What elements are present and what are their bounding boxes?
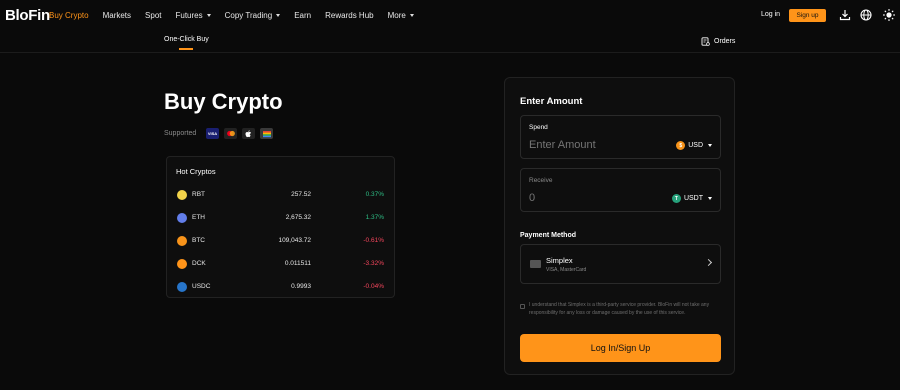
orders-link[interactable]: Orders <box>701 37 735 46</box>
coin-change: 0.37% <box>365 191 384 198</box>
signup-button[interactable]: Sign up <box>789 9 826 22</box>
usdt-coin-icon: T <box>671 194 681 203</box>
top-nav: BloFin Buy Crypto Markets Spot Futures Copy … <box>0 0 900 32</box>
btc-coin-icon <box>177 236 187 246</box>
nav-links: Buy Crypto Markets Spot Futures Copy Trading… <box>49 11 428 20</box>
dck-coin-icon <box>177 259 187 269</box>
theme-sun-icon[interactable] <box>882 8 896 22</box>
login-link[interactable]: Log in <box>761 11 780 18</box>
coin-change: 1.37% <box>365 214 384 221</box>
eth-coin-icon <box>177 213 187 223</box>
payment-provider-name: Simplex <box>546 256 573 265</box>
nav-item-label: Earn <box>294 11 312 20</box>
spend-currency-select[interactable]: $ USD <box>676 141 712 150</box>
coin-price: 0.011511 <box>284 260 311 267</box>
apple-pay-icon <box>242 128 255 139</box>
chevron-down-icon <box>206 14 211 17</box>
nav-item-earn[interactable]: Earn <box>294 11 311 20</box>
payment-method-select[interactable]: Simplex VISA, MasterCard <box>520 244 721 284</box>
enter-amount-title: Enter Amount <box>520 96 583 107</box>
mastercard-icon <box>224 128 237 139</box>
terms-checkbox[interactable] <box>520 304 525 309</box>
coin-price: 257.52 <box>291 191 311 198</box>
nav-item-buy-crypto[interactable]: Buy Crypto <box>49 11 89 20</box>
tab-one-click-buy[interactable]: One-Click Buy <box>164 36 209 43</box>
coin-price: 0.9993 <box>291 283 311 290</box>
nav-item-label: Buy Crypto <box>49 11 89 20</box>
chevron-right-icon <box>704 258 713 267</box>
hot-crypto-row[interactable]: RBT 257.52 0.37% <box>167 189 396 203</box>
payment-provider-cards: VISA, MasterCard <box>546 267 587 273</box>
google-wallet-icon <box>260 128 273 139</box>
nav-item-label: Futures <box>175 11 203 20</box>
page-title: Buy Crypto <box>164 89 283 114</box>
coin-symbol: RBT <box>192 191 205 198</box>
coin-change: -0.04% <box>363 283 384 290</box>
spend-currency-label: USD <box>688 142 703 149</box>
coin-symbol: DCK <box>192 260 206 267</box>
nav-item-copy-trading[interactable]: Copy Trading <box>225 11 281 20</box>
coin-symbol: ETH <box>192 214 205 221</box>
subnav-divider <box>0 52 900 53</box>
spend-input[interactable] <box>529 139 659 151</box>
nav-item-markets[interactable]: Markets <box>103 11 131 20</box>
coin-symbol: USDC <box>192 283 211 290</box>
nav-item-futures[interactable]: Futures <box>176 11 211 20</box>
simplex-logo-icon <box>530 260 541 268</box>
nav-item-label: Rewards Hub <box>325 11 374 20</box>
nav-item-label: Markets <box>102 11 132 20</box>
usd-coin-icon: $ <box>676 141 686 150</box>
coin-change: -3.32% <box>363 260 384 267</box>
orders-label: Orders <box>714 38 736 45</box>
spend-label: Spend <box>529 124 548 131</box>
rbt-coin-icon <box>177 190 187 200</box>
nav-item-more[interactable]: More <box>388 11 414 20</box>
nav-item-label: More <box>387 11 406 20</box>
nav-item-spot[interactable]: Spot <box>145 11 161 20</box>
hot-cryptos-card: Hot Cryptos RBT 257.52 0.37% ETH 2,675.32 1.3… <box>166 156 395 298</box>
receive-label: Receive <box>529 177 553 184</box>
download-icon[interactable] <box>838 8 852 22</box>
hot-crypto-row[interactable]: ETH 2,675.32 1.37% <box>167 212 396 226</box>
chevron-down-icon <box>276 14 281 17</box>
login-signup-button[interactable]: Log In/Sign Up <box>520 334 721 362</box>
supported-label: Supported <box>164 130 197 137</box>
active-tab-indicator <box>179 48 193 50</box>
nav-item-rewards-hub[interactable]: Rewards Hub <box>325 11 373 20</box>
usdc-coin-icon <box>177 282 187 292</box>
visa-icon: VISA <box>206 128 219 139</box>
receive-currency-label: USDT <box>683 195 703 202</box>
coin-price: 2,675.32 <box>285 214 311 221</box>
hot-crypto-row[interactable]: DCK 0.011511 -3.32% <box>167 258 396 272</box>
hot-crypto-row[interactable]: BTC 109,043.72 -0.61% <box>167 235 396 249</box>
hot-crypto-row[interactable]: USDC 0.9993 -0.04% <box>167 281 396 295</box>
coin-change: -0.61% <box>363 237 384 244</box>
coin-symbol: BTC <box>192 237 205 244</box>
spend-box[interactable]: Spend $ USD <box>520 115 721 159</box>
nav-item-label: Copy Trading <box>224 11 273 20</box>
orders-icon <box>701 37 710 46</box>
receive-currency-select[interactable]: T USDT <box>671 194 712 203</box>
coin-price: 109,043.72 <box>278 237 311 244</box>
brand-logo[interactable]: BloFin <box>5 7 50 24</box>
receive-box[interactable]: Receive T USDT <box>520 168 721 212</box>
chevron-down-icon <box>708 144 712 147</box>
hot-cryptos-title: Hot Cryptos <box>176 167 216 176</box>
disclaimer-text: I understand that Simplex is a third-par… <box>529 302 710 316</box>
buy-panel: Enter Amount Spend $ USD Receive T USD T … <box>504 77 735 375</box>
payment-icons: VISA <box>206 128 273 139</box>
nav-item-label: Spot <box>145 11 162 20</box>
chevron-down-icon <box>708 197 712 200</box>
payment-method-title: Payment Method <box>520 232 577 239</box>
chevron-down-icon <box>409 14 414 17</box>
globe-icon[interactable] <box>859 8 873 22</box>
receive-input[interactable] <box>529 192 659 204</box>
